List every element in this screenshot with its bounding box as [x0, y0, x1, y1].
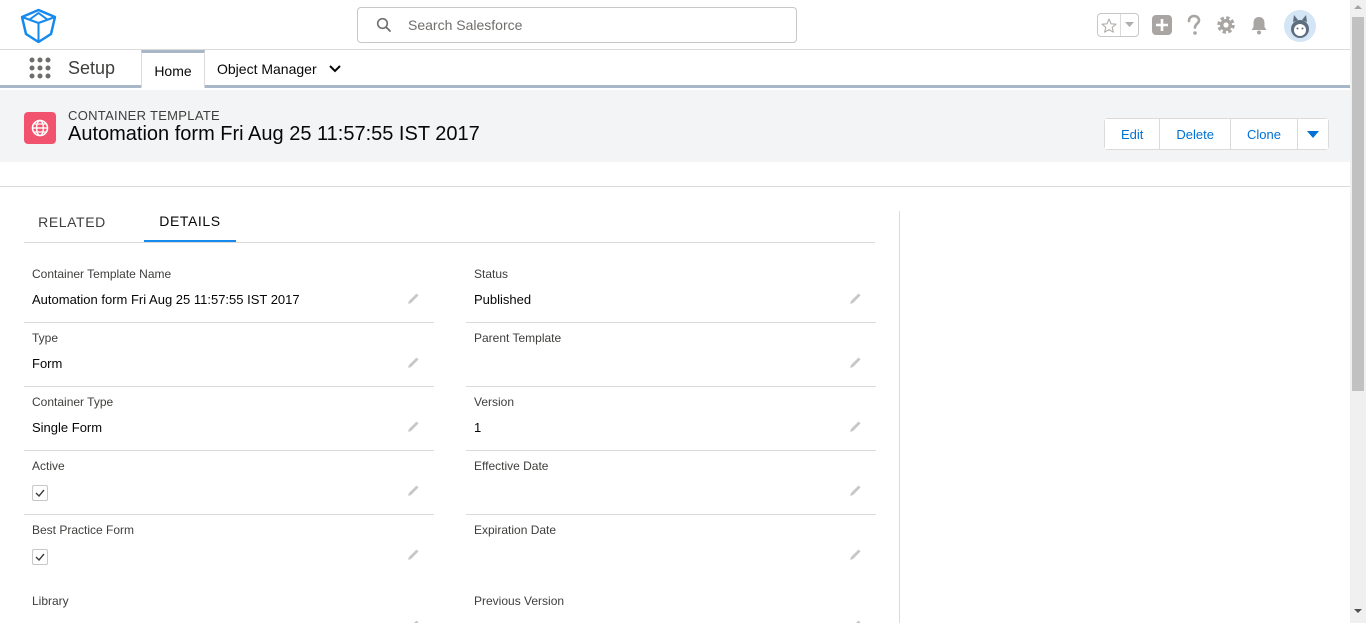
- edit-pencil-icon[interactable]: [849, 356, 862, 369]
- app-launcher-icon[interactable]: [29, 57, 51, 79]
- field-effective-date: Effective Date: [466, 451, 876, 515]
- field-version: Version 1: [466, 387, 876, 451]
- app-name: Setup: [68, 58, 116, 78]
- setup-gear-icon[interactable]: [1214, 13, 1238, 37]
- field-container-template-name: Container Template Name Automation form …: [24, 259, 434, 323]
- edit-pencil-icon[interactable]: [407, 420, 420, 433]
- favorites-list-chevron-icon[interactable]: [1121, 14, 1138, 36]
- divider: [0, 186, 1350, 187]
- field-value: Form: [32, 356, 63, 371]
- field-label: Previous Version: [474, 594, 565, 608]
- edit-button[interactable]: Edit: [1105, 119, 1161, 149]
- best-practice-checkbox: [32, 549, 48, 565]
- field-label: Parent Template: [474, 331, 562, 345]
- chevron-down-icon[interactable]: [328, 65, 341, 73]
- edit-pencil-icon[interactable]: [849, 292, 862, 305]
- edit-pencil-icon[interactable]: [407, 548, 420, 561]
- field-type: Type Form: [24, 323, 434, 387]
- edit-pencil-icon[interactable]: [849, 420, 862, 433]
- edit-pencil-icon[interactable]: [849, 548, 862, 561]
- field-label: Best Practice Form: [32, 523, 135, 537]
- field-label: Container Template Name: [32, 267, 172, 281]
- field-label: Status: [474, 267, 509, 281]
- edit-pencil-icon[interactable]: [407, 619, 420, 623]
- favorites-star-icon[interactable]: [1098, 14, 1121, 36]
- notifications-bell-icon[interactable]: [1247, 13, 1271, 37]
- record-page-header: CONTAINER TEMPLATE Automation form Fri A…: [0, 90, 1350, 162]
- chevron-down-icon[interactable]: [1306, 130, 1320, 139]
- field-active: Active: [24, 451, 434, 515]
- nav-tab-object-manager-label[interactable]: Object Manager: [217, 61, 317, 77]
- tab-related[interactable]: RELATED: [24, 202, 120, 242]
- field-value: Automation form Fri Aug 25 11:57:55 IST …: [32, 292, 300, 307]
- scrollbar-thumb[interactable]: [1352, 17, 1364, 391]
- field-value: 1: [474, 420, 482, 435]
- checkmark-icon: [35, 489, 45, 497]
- edit-pencil-icon[interactable]: [407, 356, 420, 369]
- record-title: Automation form Fri Aug 25 11:57:55 IST …: [68, 123, 480, 145]
- record-actions: Edit Delete Clone: [1104, 118, 1329, 150]
- global-search[interactable]: [357, 7, 797, 43]
- help-icon[interactable]: [1182, 13, 1206, 37]
- nav-tab-object-manager[interactable]: Object Manager: [217, 50, 341, 88]
- platform-cube-icon[interactable]: [19, 8, 58, 44]
- field-expiration-date: Expiration Date: [466, 515, 876, 579]
- active-checkbox: [32, 485, 48, 501]
- edit-pencil-icon[interactable]: [849, 619, 862, 623]
- field-container-type: Container Type Single Form: [24, 387, 434, 451]
- field-status: Status Published: [466, 259, 876, 323]
- field-previous-version: Previous Version: [466, 586, 876, 623]
- field-label: Type: [32, 331, 59, 345]
- field-value: Single Form: [32, 420, 103, 435]
- search-icon: [376, 17, 391, 32]
- tab-details[interactable]: DETAILS: [144, 202, 236, 242]
- globe-icon: [24, 112, 56, 144]
- field-value: Published: [474, 292, 532, 307]
- field-label: Container Type: [32, 395, 114, 409]
- global-actions-plus-icon[interactable]: [1150, 13, 1174, 37]
- scroll-down-icon[interactable]: [1354, 608, 1362, 614]
- field-label: Active: [32, 459, 65, 473]
- search-input[interactable]: [408, 14, 778, 36]
- record-type-label: CONTAINER TEMPLATE: [68, 108, 221, 123]
- delete-button[interactable]: Delete: [1160, 119, 1231, 149]
- global-header: [0, 0, 1350, 50]
- scroll-up-icon[interactable]: [1354, 4, 1362, 10]
- edit-pencil-icon[interactable]: [849, 484, 862, 497]
- field-library: Library: [24, 586, 434, 623]
- page-scrollbar[interactable]: [1350, 0, 1366, 623]
- field-best-practice-form: Best Practice Form: [24, 515, 434, 579]
- favorites-button[interactable]: [1097, 13, 1139, 37]
- field-label: Expiration Date: [474, 523, 557, 537]
- user-avatar[interactable]: [1284, 10, 1316, 42]
- clone-button[interactable]: Clone: [1230, 119, 1298, 149]
- nav-tab-home[interactable]: Home: [141, 50, 205, 88]
- more-actions-button[interactable]: [1297, 119, 1328, 149]
- edit-pencil-icon[interactable]: [407, 292, 420, 305]
- edit-pencil-icon[interactable]: [407, 484, 420, 497]
- field-label: Effective Date: [474, 459, 549, 473]
- context-bar: Setup Home Object Manager: [0, 50, 1350, 88]
- record-tabs: RELATED DETAILS: [24, 202, 875, 243]
- checkmark-icon: [35, 553, 45, 561]
- field-label: Library: [32, 594, 69, 608]
- field-label: Version: [474, 395, 515, 409]
- field-parent-template: Parent Template: [466, 323, 876, 387]
- column-divider: [899, 211, 900, 623]
